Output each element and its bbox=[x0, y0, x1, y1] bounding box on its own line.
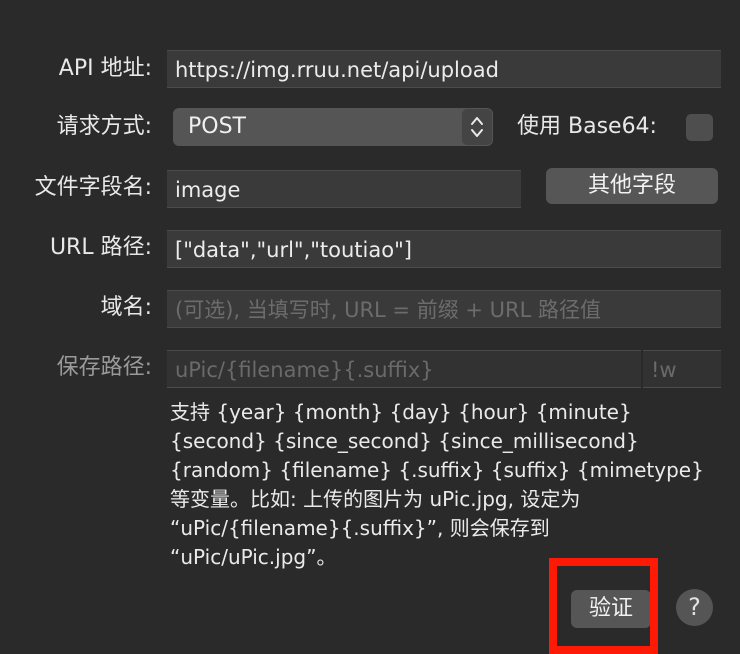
request-method-value: POST bbox=[188, 114, 246, 139]
other-fields-button[interactable]: 其他字段 bbox=[546, 168, 718, 204]
api-address-input[interactable]: https://img.rruu.net/api/upload bbox=[167, 50, 721, 88]
save-path-label: 保存路径: bbox=[56, 355, 152, 380]
chevron-up-down-icon bbox=[462, 109, 492, 145]
verify-highlight-box bbox=[549, 558, 658, 654]
file-field-name-input[interactable]: image bbox=[167, 170, 521, 208]
domain-label: 域名: bbox=[100, 295, 152, 320]
url-path-input[interactable]: ["data","url","toutiao"] bbox=[167, 230, 721, 268]
file-field-name-label: 文件字段名: bbox=[34, 175, 152, 200]
save-path-suffix-input[interactable]: !w bbox=[643, 350, 721, 388]
save-path-input[interactable]: uPic/{filename}{.suffix} bbox=[167, 350, 641, 388]
request-method-select[interactable]: POST bbox=[173, 108, 493, 146]
domain-input[interactable]: (可选), 当填写时, URL = 前缀 + URL 路径值 bbox=[167, 290, 721, 328]
api-address-label: API 地址: bbox=[58, 56, 152, 81]
base64-checkbox[interactable] bbox=[686, 114, 713, 141]
variables-description: 支持 {year} {month} {day} {hour} {minute} … bbox=[170, 400, 704, 569]
request-method-label: 请求方式: bbox=[56, 114, 152, 139]
help-button[interactable]: ? bbox=[676, 589, 713, 626]
url-path-label: URL 路径: bbox=[49, 235, 152, 260]
base64-label: 使用 Base64: bbox=[517, 114, 657, 139]
